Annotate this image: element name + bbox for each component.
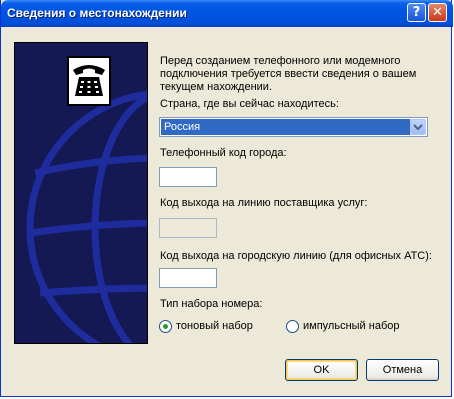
carrier-code-input[interactable] bbox=[159, 218, 217, 238]
cancel-button[interactable]: Отмена bbox=[366, 359, 439, 381]
location-info-dialog: Сведения о местонахождении ? ✕ Перед соз… bbox=[0, 0, 453, 397]
radio-selected-dot bbox=[163, 324, 168, 329]
country-label: Страна, где вы сейчас находитесь: bbox=[160, 98, 339, 110]
dropdown-arrow-button[interactable] bbox=[410, 119, 426, 135]
help-button[interactable]: ? bbox=[407, 3, 426, 22]
chevron-down-icon bbox=[413, 124, 423, 131]
phone-icon bbox=[67, 56, 111, 106]
outside-line-label: Код выхода на городскую линию (для офисн… bbox=[160, 250, 432, 262]
country-select[interactable]: Россия bbox=[159, 117, 428, 137]
carrier-code-label: Код выхода на линию поставщика услуг: bbox=[160, 197, 368, 209]
window-title: Сведения о местонахождении bbox=[7, 6, 187, 20]
country-select-value: Россия bbox=[161, 119, 410, 135]
title-bar[interactable]: Сведения о местонахождении ? ✕ bbox=[1, 0, 453, 27]
pulse-dial-label[interactable]: импульсный набор bbox=[303, 320, 399, 332]
intro-text: Перед созданием телефонного или модемног… bbox=[160, 55, 417, 93]
dialing-type-label: Тип набора номера: bbox=[160, 298, 263, 310]
globe-illustration-panel bbox=[14, 42, 148, 344]
area-code-input[interactable] bbox=[159, 167, 217, 187]
outside-line-input[interactable] bbox=[159, 268, 217, 288]
ok-button[interactable]: OK bbox=[285, 359, 358, 381]
close-button[interactable]: ✕ bbox=[428, 3, 447, 22]
tone-dial-radio[interactable] bbox=[159, 320, 172, 333]
area-code-label: Телефонный код города: bbox=[160, 147, 287, 159]
tone-dial-label[interactable]: тоновый набор bbox=[176, 320, 253, 332]
pulse-dial-radio[interactable] bbox=[286, 320, 299, 333]
